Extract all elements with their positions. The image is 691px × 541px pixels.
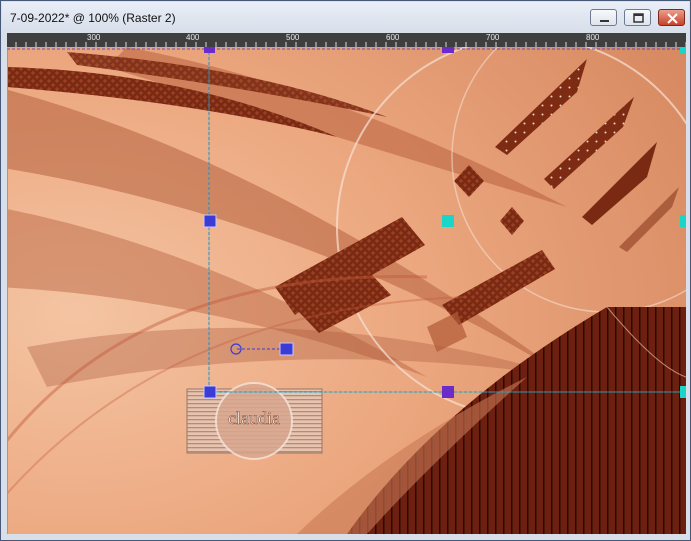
image-canvas[interactable]: claudia <box>7 47 686 534</box>
close-icon <box>667 13 678 24</box>
title-bar[interactable]: 7-09-2022* @ 100% (Raster 2) <box>2 2 689 32</box>
close-button[interactable] <box>658 9 685 26</box>
handle-bottom-left[interactable] <box>203 385 217 399</box>
pick-tool-handle-icon[interactable] <box>442 215 454 227</box>
ruler-label-700: 700 <box>486 33 500 42</box>
image-window: 7-09-2022* @ 100% (Raster 2) 300 400 500… <box>0 0 691 541</box>
ruler-ticks: 300 400 500 600 700 800 <box>15 33 686 47</box>
ruler-label-300: 300 <box>87 33 101 42</box>
handle-bottom-mid[interactable] <box>442 386 454 398</box>
ruler-label-600: 600 <box>386 33 400 42</box>
minimize-button[interactable] <box>590 9 617 26</box>
rotation-handle[interactable] <box>279 342 294 356</box>
handle-top-left[interactable] <box>204 47 215 53</box>
horizontal-ruler[interactable]: 300 400 500 600 700 800 <box>7 33 686 47</box>
maximize-icon <box>633 13 644 23</box>
ruler-label-500: 500 <box>286 33 300 42</box>
minimize-icon <box>600 20 609 22</box>
window-title: 7-09-2022* @ 100% (Raster 2) <box>10 11 176 25</box>
canvas-artwork: claudia <box>7 47 686 534</box>
ruler-label-400: 400 <box>186 33 200 42</box>
window-frame: 7-09-2022* @ 100% (Raster 2) 300 400 500… <box>0 0 691 541</box>
maximize-button[interactable] <box>624 9 651 26</box>
handle-top-right[interactable] <box>680 47 686 53</box>
handle-right-mid[interactable] <box>680 215 686 227</box>
watermark-text: claudia <box>228 408 280 428</box>
handle-bottom-right[interactable] <box>680 386 686 398</box>
handle-left-mid[interactable] <box>203 214 217 228</box>
handle-top-mid[interactable] <box>442 47 454 53</box>
ruler-label-800: 800 <box>586 33 600 42</box>
